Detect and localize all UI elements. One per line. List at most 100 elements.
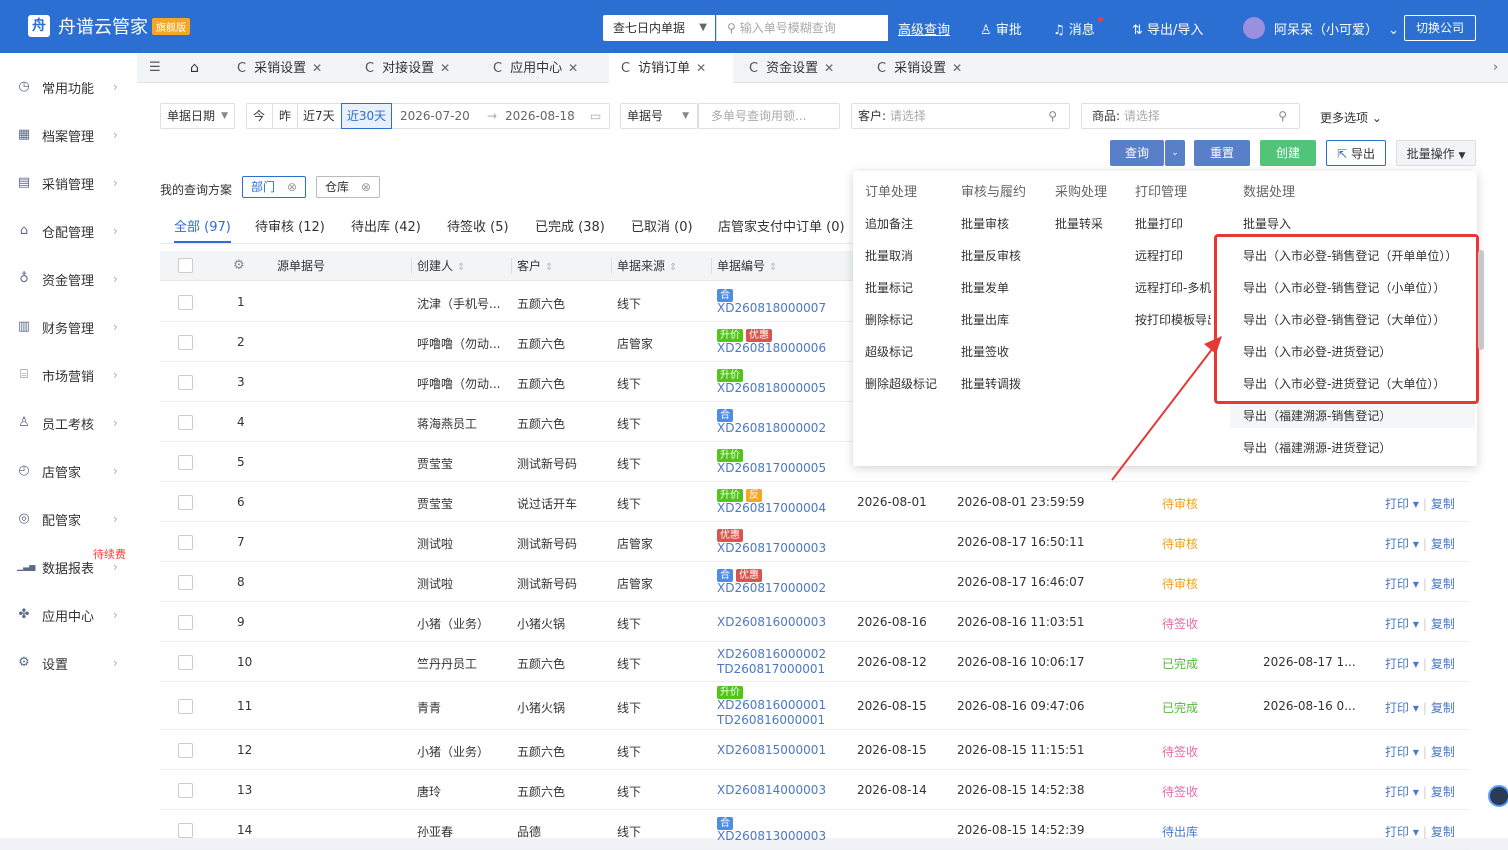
table-row[interactable]: 11 青青 小猪火锅 线下 升价 XD260816000001 TD260816000001… (160, 682, 1470, 730)
caret-down-icon[interactable]: ▾ (1409, 497, 1419, 511)
more-options-link[interactable]: 更多选项 ⌄ (1320, 109, 1382, 126)
product-filter[interactable]: 商品: 请选择 ⚲ (1081, 103, 1300, 129)
tab-fund-settings[interactable]: C 资金设置 ✕ (749, 53, 834, 83)
tab-visit-sales-order[interactable]: C 访销订单 ✕ (609, 53, 733, 83)
row-checkbox[interactable] (178, 615, 193, 630)
status-tab-cancelled[interactable]: 已取消 (0) (631, 213, 693, 243)
order-no-link[interactable]: XD260818000006 (717, 341, 826, 355)
caret-down-icon[interactable]: ▾ (1409, 785, 1419, 799)
copy-link[interactable]: 复制 (1431, 701, 1455, 715)
print-link[interactable]: 打印 (1385, 785, 1409, 799)
print-link[interactable]: 打印 (1385, 617, 1409, 631)
row-checkbox[interactable] (178, 415, 193, 430)
return-no-link[interactable]: TD260817000001 (717, 662, 825, 676)
copy-link[interactable]: 复制 (1431, 497, 1455, 511)
status-tab-all[interactable]: 全部 (97) (174, 213, 231, 243)
close-icon[interactable]: ✕ (312, 61, 322, 75)
order-no-link[interactable]: XD260814000003 (717, 783, 826, 797)
table-row[interactable]: 13 唐玲 五颜六色 线下 XD260814000003 2026-08-14 2026-0… (160, 770, 1470, 810)
app-logo[interactable]: 舟 舟谱云管家 旗舰版 (28, 13, 190, 39)
table-row[interactable]: 8 测试啦 测试新号码 店管家 合优惠 XD260817000002 2026-08-17 … (160, 562, 1470, 602)
menu-item[interactable]: 按打印模板导出 (1135, 311, 1211, 328)
close-icon[interactable]: ✕ (568, 61, 578, 75)
row-checkbox[interactable] (178, 575, 193, 590)
order-no-type-select[interactable]: 单据号 ▼ (620, 103, 698, 129)
sidebar-item-9[interactable]: ◴ 店管家 › (0, 447, 137, 495)
reset-button[interactable]: 重置 (1194, 140, 1250, 166)
menu-item[interactable]: 删除超级标记 (865, 375, 937, 392)
menu-item[interactable]: 批量转调拨 (961, 375, 1021, 392)
user-menu[interactable]: 阿呆呆（小可爱） ⌄ (1274, 19, 1399, 38)
copy-link[interactable]: 复制 (1431, 745, 1455, 759)
col-source[interactable]: 单据来源 ⇕ (617, 251, 677, 283)
table-row[interactable]: 14 孙亚春 品德 线下 合 XD260813000003 2026-08-15 14:52… (160, 810, 1470, 850)
sidebar-item-10[interactable]: ◎ 配管家 › (0, 495, 137, 543)
caret-down-icon[interactable]: ▾ (1409, 657, 1419, 671)
menu-item[interactable]: 批量取消 (865, 247, 913, 264)
print-link[interactable]: 打印 (1385, 577, 1409, 591)
row-checkbox[interactable] (178, 823, 193, 838)
menu-item[interactable]: 导出（福建溯源-销售登记） (1243, 407, 1391, 424)
close-circle-icon[interactable]: ⊗ (287, 177, 297, 197)
chip-department[interactable]: 部门 ⊗ (242, 176, 306, 198)
last-30-days-button[interactable]: 近30天 (341, 103, 392, 129)
menu-item[interactable]: 批量转采 (1055, 215, 1103, 232)
row-checkbox[interactable] (178, 495, 193, 510)
menu-item[interactable]: 远程打印-多机 (1135, 279, 1211, 296)
close-icon[interactable]: ✕ (440, 61, 450, 75)
status-tab-pending-outbound[interactable]: 待出库 (42) (351, 213, 421, 243)
sidebar-item-6[interactable]: ▥ 财务管理 › (0, 303, 137, 351)
row-checkbox[interactable] (178, 335, 193, 350)
tab-purchase-sales-settings[interactable]: C 采销设置 ✕ (237, 53, 322, 83)
status-tab-paying[interactable]: 店管家支付中订单 (0) (718, 213, 845, 243)
copy-link[interactable]: 复制 (1431, 785, 1455, 799)
date-from[interactable]: 2026-07-20 (400, 104, 470, 128)
batch-operations-button[interactable]: 批量操作 ▼ (1396, 140, 1476, 166)
sidebar-item-8[interactable]: ♙ 员工考核 › (0, 399, 137, 447)
close-icon[interactable]: ✕ (952, 61, 962, 75)
caret-down-icon[interactable]: ▾ (1409, 745, 1419, 759)
order-no-link[interactable]: XD260816000001 (717, 698, 826, 712)
menu-item[interactable]: 批量反审核 (961, 247, 1021, 264)
top-search-input[interactable]: ⚲ 输入单号模糊查询 (716, 15, 888, 41)
date-type-select[interactable]: 单据日期 ▼ (160, 103, 235, 129)
table-row[interactable]: 7 测试啦 测试新号码 店管家 优惠 XD260817000003 2026-08-17 1… (160, 522, 1470, 562)
caret-down-icon[interactable]: ▾ (1409, 617, 1419, 631)
order-no-link[interactable]: XD260818000002 (717, 421, 826, 435)
tab-app-center[interactable]: C 应用中心 ✕ (493, 53, 578, 83)
row-checkbox[interactable] (178, 783, 193, 798)
customer-filter[interactable]: 客户: 请选择 ⚲ (851, 103, 1070, 129)
menu-item[interactable]: 导出（福建溯源-进货登记） (1243, 439, 1391, 456)
tab-purchase-sales-settings-2[interactable]: C 采销设置 ✕ (877, 53, 962, 83)
avatar[interactable] (1243, 17, 1265, 39)
print-link[interactable]: 打印 (1385, 745, 1409, 759)
print-link[interactable]: 打印 (1385, 657, 1409, 671)
sidebar-item-2[interactable]: ▦ 档案管理 › (0, 111, 137, 159)
copy-link[interactable]: 复制 (1431, 617, 1455, 631)
gear-icon[interactable]: ⚙ (233, 251, 245, 281)
copy-link[interactable]: 复制 (1431, 825, 1455, 839)
col-creator[interactable]: 创建人 ⇕ (417, 251, 465, 283)
sidebar-item-3[interactable]: ▤ 采销管理 › (0, 159, 137, 207)
order-no-link[interactable]: XD260818000007 (717, 301, 826, 315)
print-link[interactable]: 打印 (1385, 701, 1409, 715)
sidebar-item-13[interactable]: ⚙ 设置 › (0, 639, 137, 687)
order-no-link[interactable]: XD260818000005 (717, 381, 826, 395)
order-no-link[interactable]: XD260817000005 (717, 461, 826, 475)
sidebar-item-1[interactable]: ◷ 常用功能 › (0, 63, 137, 111)
menu-item[interactable]: 批量导入 (1243, 215, 1291, 232)
sidebar-item-4[interactable]: ⌂ 仓配管理 › (0, 207, 137, 255)
caret-down-icon[interactable]: ▾ (1409, 701, 1419, 715)
order-no-link[interactable]: XD260816000002 (717, 647, 826, 661)
close-circle-icon[interactable]: ⊗ (361, 177, 371, 197)
table-row[interactable]: 6 贾莹莹 说过话开车 线下 升价反 XD260817000004 2026-08-01 20… (160, 482, 1470, 522)
sidebar-item-12[interactable]: ✤ 应用中心 › (0, 591, 137, 639)
table-row[interactable]: 10 竺丹丹员工 五颜六色 线下 XD260816000002 TD26081700000… (160, 642, 1470, 682)
row-checkbox[interactable] (178, 375, 193, 390)
menu-item[interactable]: 删除标记 (865, 311, 913, 328)
caret-down-icon[interactable]: ▾ (1409, 537, 1419, 551)
menu-item[interactable]: 批量打印 (1135, 215, 1183, 232)
menu-item[interactable]: 批量发单 (961, 279, 1009, 296)
home-icon[interactable]: ⌂ (190, 53, 199, 83)
menu-item[interactable]: 批量标记 (865, 279, 913, 296)
